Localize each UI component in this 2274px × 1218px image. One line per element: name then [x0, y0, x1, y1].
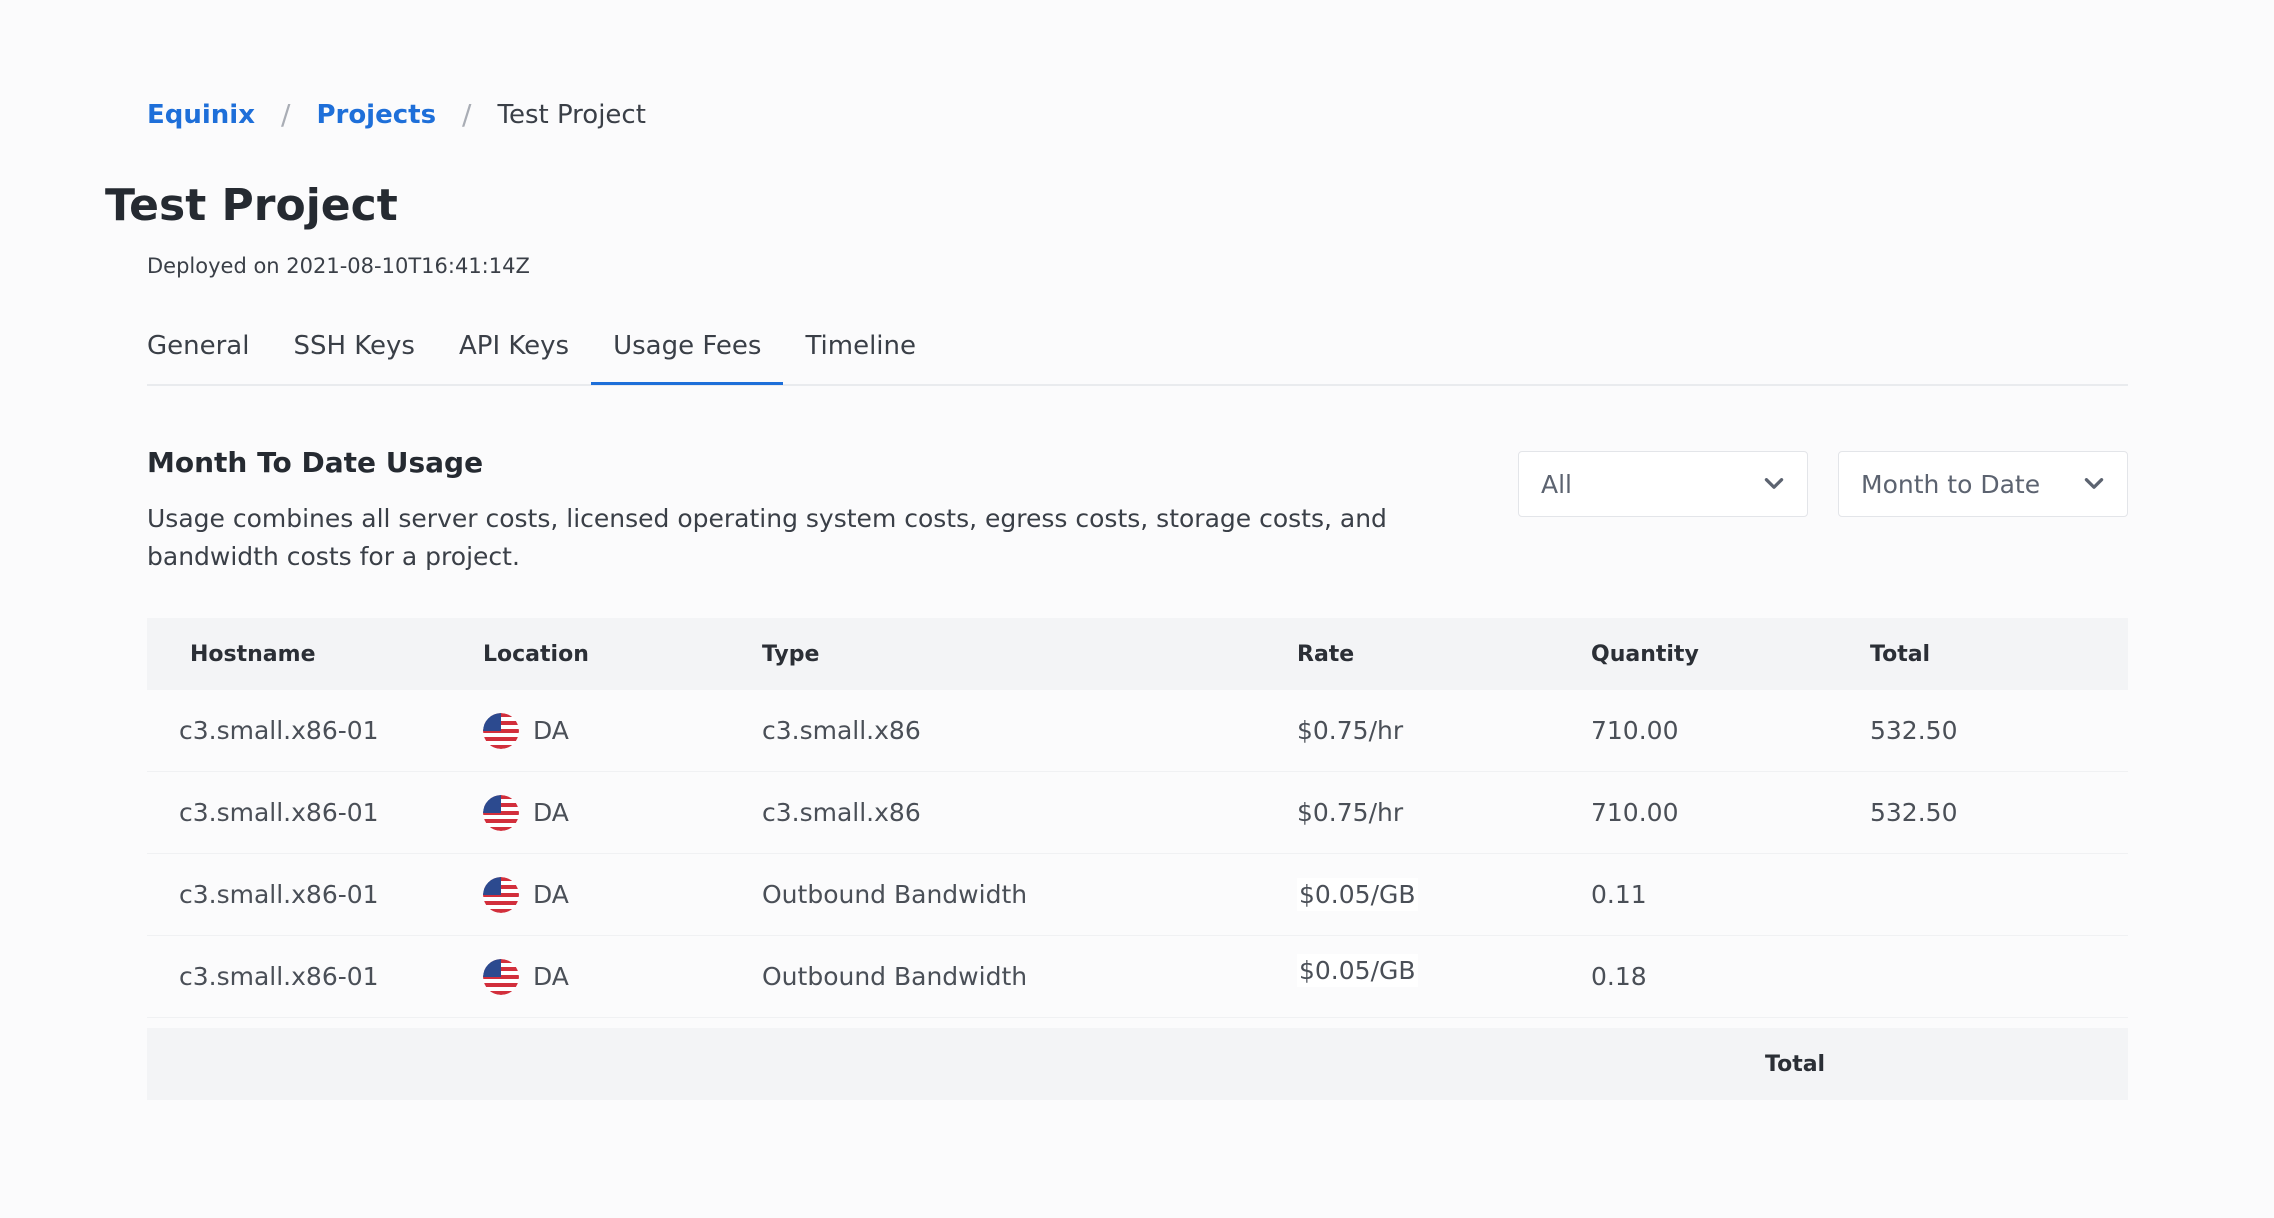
tab-ssh-keys[interactable]: SSH Keys — [271, 310, 437, 382]
location-code: DA — [533, 880, 569, 909]
cell-location: DA — [483, 958, 762, 995]
cell-location: DA — [483, 794, 762, 831]
us-flag-icon — [483, 712, 519, 749]
us-flag-icon — [483, 958, 519, 995]
tab-api-keys[interactable]: API Keys — [437, 310, 591, 382]
breadcrumb-separator: / — [281, 98, 291, 131]
table-row: c3.small.x86-01 DA c3.small.x86 $0.75/hr… — [147, 690, 2128, 772]
cell-quantity: 710.00 — [1591, 798, 1679, 827]
breadcrumb-current: Test Project — [497, 99, 646, 130]
location-code: DA — [533, 962, 569, 991]
cell-total: 532.50 — [1870, 798, 1958, 827]
cell-total: 532.50 — [1870, 716, 1958, 745]
cell-type: Outbound Bandwidth — [762, 880, 1028, 909]
period-filter-select[interactable]: Month to Date — [1838, 451, 2128, 517]
usage-table: Hostname Location Type Rate Quantity Tot… — [147, 618, 2128, 1100]
location-code: DA — [533, 798, 569, 827]
chevron-down-icon — [1764, 478, 1784, 489]
tab-bar: General SSH Keys API Keys Usage Fees Tim… — [147, 310, 2128, 386]
breadcrumb-link-projects[interactable]: Projects — [316, 100, 436, 130]
cell-type: c3.small.x86 — [762, 716, 921, 745]
table-row: c3.small.x86-01 DA Outbound Bandwidth $0… — [147, 936, 2128, 1018]
tab-timeline[interactable]: Timeline — [783, 310, 938, 382]
cell-quantity: 0.11 — [1591, 880, 1647, 909]
page: Equinix / Projects / Test Project Test P… — [0, 0, 2274, 1218]
table-row: c3.small.x86-01 DA Outbound Bandwidth $0… — [147, 854, 2128, 936]
cell-type: c3.small.x86 — [762, 798, 921, 827]
column-header-location: Location — [483, 641, 589, 667]
cell-rate: $0.75/hr — [1297, 798, 1404, 827]
type-filter-value: All — [1541, 469, 1572, 499]
table-row: c3.small.x86-01 DA c3.small.x86 $0.75/hr… — [147, 772, 2128, 854]
cell-rate: $0.05/GB — [1297, 954, 1591, 991]
cell-hostname: c3.small.x86-01 — [179, 962, 379, 991]
cell-rate: $0.05/GB — [1297, 878, 1591, 911]
footer-total-label: Total — [1765, 1052, 1826, 1077]
column-header-quantity: Quantity — [1591, 641, 1699, 667]
breadcrumb-link-equinix[interactable]: Equinix — [147, 100, 255, 130]
rate-value: $0.05/GB — [1297, 954, 1418, 987]
tab-usage-fees[interactable]: Usage Fees — [591, 310, 784, 385]
table-footer-row: Total — [147, 1028, 2128, 1100]
cell-hostname: c3.small.x86-01 — [179, 798, 379, 827]
chevron-down-icon — [2084, 478, 2104, 489]
location-code: DA — [533, 716, 569, 745]
column-header-type: Type — [762, 641, 820, 667]
tab-general[interactable]: General — [147, 310, 271, 382]
breadcrumb: Equinix / Projects / Test Project — [147, 98, 646, 131]
page-title: Test Project — [105, 180, 398, 231]
rate-value: $0.05/GB — [1297, 878, 1418, 911]
breadcrumb-separator: / — [462, 98, 472, 131]
cell-quantity: 0.18 — [1591, 962, 1647, 991]
type-filter-select[interactable]: All — [1518, 451, 1808, 517]
table-header-row: Hostname Location Type Rate Quantity Tot… — [147, 618, 2128, 690]
section-description: Usage combines all server costs, license… — [147, 504, 1387, 571]
us-flag-icon — [483, 794, 519, 831]
section-title: Month To Date Usage — [147, 446, 484, 479]
cell-hostname: c3.small.x86-01 — [179, 880, 379, 909]
cell-rate: $0.75/hr — [1297, 716, 1404, 745]
deployed-timestamp: Deployed on 2021-08-10T16:41:14Z — [147, 254, 530, 278]
period-filter-value: Month to Date — [1861, 469, 2041, 499]
cell-quantity: 710.00 — [1591, 716, 1679, 745]
cell-location: DA — [483, 876, 762, 913]
cell-hostname: c3.small.x86-01 — [179, 716, 379, 745]
column-header-total: Total — [1870, 641, 1931, 667]
column-header-rate: Rate — [1297, 641, 1355, 667]
column-header-hostname: Hostname — [190, 641, 316, 667]
us-flag-icon — [483, 876, 519, 913]
cell-type: Outbound Bandwidth — [762, 962, 1028, 991]
cell-location: DA — [483, 712, 762, 749]
